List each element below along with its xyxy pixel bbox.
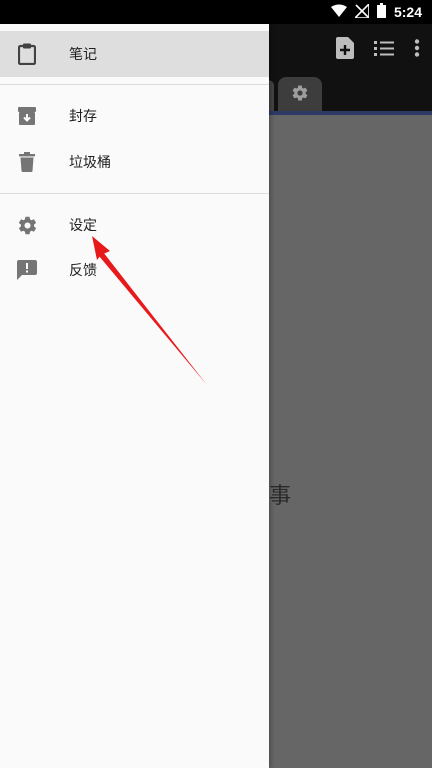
more-vert-icon[interactable]: [414, 39, 420, 61]
clipboard-icon: [16, 43, 38, 65]
status-bar: 5:24: [0, 0, 432, 24]
drawer-divider: [0, 193, 269, 194]
gear-icon: [16, 214, 38, 236]
new-note-icon[interactable]: [336, 37, 354, 63]
drawer-item-label: 笔记: [69, 47, 97, 63]
drawer-item-feedback[interactable]: 反馈: [0, 247, 269, 293]
drawer-item-settings[interactable]: 设定: [0, 202, 269, 248]
list-icon[interactable]: [374, 40, 394, 60]
wifi-icon: [330, 3, 347, 22]
drawer-item-label: 垃圾桶: [69, 155, 111, 171]
no-signal-icon: [353, 1, 370, 22]
drawer-divider: [0, 84, 269, 85]
drawer-item-notes[interactable]: 笔记: [0, 31, 269, 77]
battery-icon: [376, 2, 386, 22]
drawer-item-trash[interactable]: 垃圾桶: [0, 139, 269, 185]
empty-notes-text: 记事: [270, 484, 292, 509]
status-time: 5:24: [393, 4, 422, 20]
drawer-item-label: 设定: [69, 218, 97, 234]
drawer-item-label: 反馈: [69, 263, 97, 279]
gear-icon: [291, 84, 309, 106]
trash-icon: [16, 151, 38, 173]
drawer-item-archive[interactable]: 封存: [0, 93, 269, 139]
navigation-drawer: 笔记 封存 垃圾桶 设定 反馈: [0, 24, 269, 768]
archive-icon: [16, 105, 38, 127]
tab-settings[interactable]: [278, 77, 322, 112]
feedback-icon: [16, 259, 38, 281]
drawer-item-label: 封存: [69, 109, 97, 125]
